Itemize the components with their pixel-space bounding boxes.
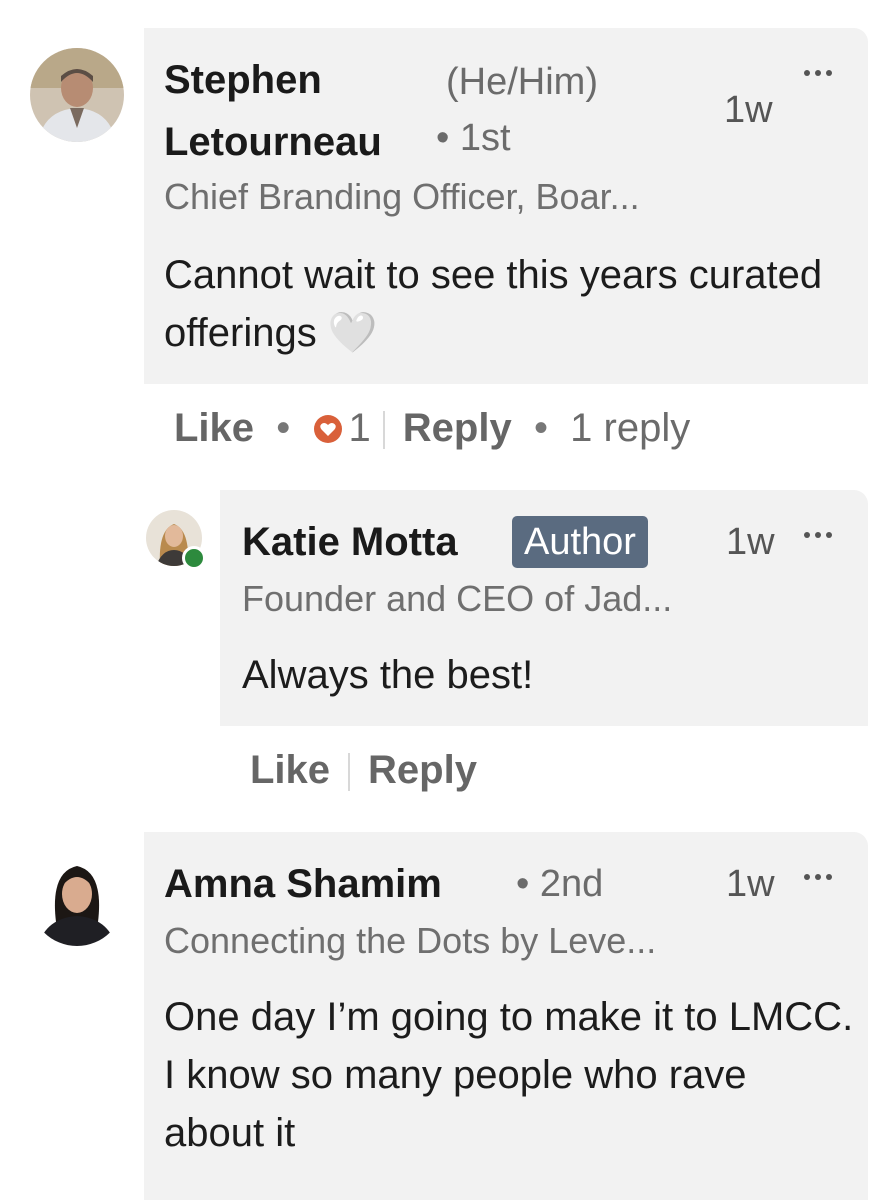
comment-actions: Like • 1 Reply • 1 reply — [174, 400, 690, 456]
view-replies-link[interactable]: 1 reply — [570, 406, 690, 450]
comment-timestamp: 1w — [726, 521, 775, 563]
reply-katie: Katie Motta Author 1w Founder and CEO of… — [0, 470, 896, 810]
more-options-icon[interactable] — [804, 66, 834, 78]
author-pronouns: (He/Him) — [446, 61, 598, 103]
comment-text: Cannot wait to see this years curated of… — [164, 253, 823, 355]
author-name[interactable]: Katie Motta — [242, 514, 458, 570]
divider — [348, 753, 351, 792]
separator-dot: • — [265, 406, 313, 450]
author-name-line2[interactable]: Letourneau — [164, 114, 382, 170]
comment-text: Always the best! — [242, 653, 534, 697]
comment-timestamp: 1w — [724, 89, 773, 131]
online-status-dot — [182, 546, 206, 570]
reaction-count[interactable]: 1 — [349, 406, 371, 450]
more-options-icon[interactable] — [804, 870, 834, 882]
comment-timestamp: 1w — [726, 863, 775, 905]
reply-button[interactable]: Reply — [368, 748, 477, 792]
author-badge: Author — [512, 516, 648, 568]
like-button[interactable]: Like — [250, 748, 330, 792]
heart-reaction-icon[interactable] — [313, 403, 343, 443]
avatar[interactable] — [30, 48, 124, 142]
like-button[interactable]: Like — [174, 406, 254, 450]
comment-stephen: Stephen (He/Him) Letourneau • 1st 1w Chi… — [0, 0, 896, 470]
more-options-icon[interactable] — [804, 528, 834, 540]
separator-dot: • — [522, 406, 571, 450]
connection-degree: • 2nd — [516, 863, 604, 905]
author-headline: Chief Branding Officer, Boar... — [164, 176, 640, 217]
avatar[interactable] — [30, 852, 124, 946]
divider — [382, 411, 385, 450]
comment-text: One day I’m going to make it to LMCC. I … — [164, 995, 854, 1155]
author-headline: Founder and CEO of Jad... — [242, 578, 673, 619]
connection-degree: • 1st — [436, 117, 511, 159]
reply-button[interactable]: Reply — [403, 406, 512, 450]
author-name[interactable]: Amna Shamim — [164, 856, 442, 912]
comment-amna: Amna Shamim • 2nd 1w Connecting the Dots… — [0, 810, 896, 1200]
author-headline: Connecting the Dots by Leve... — [164, 920, 657, 961]
comment-actions: Like Reply — [250, 742, 477, 798]
author-name-line1[interactable]: Stephen — [164, 52, 322, 108]
